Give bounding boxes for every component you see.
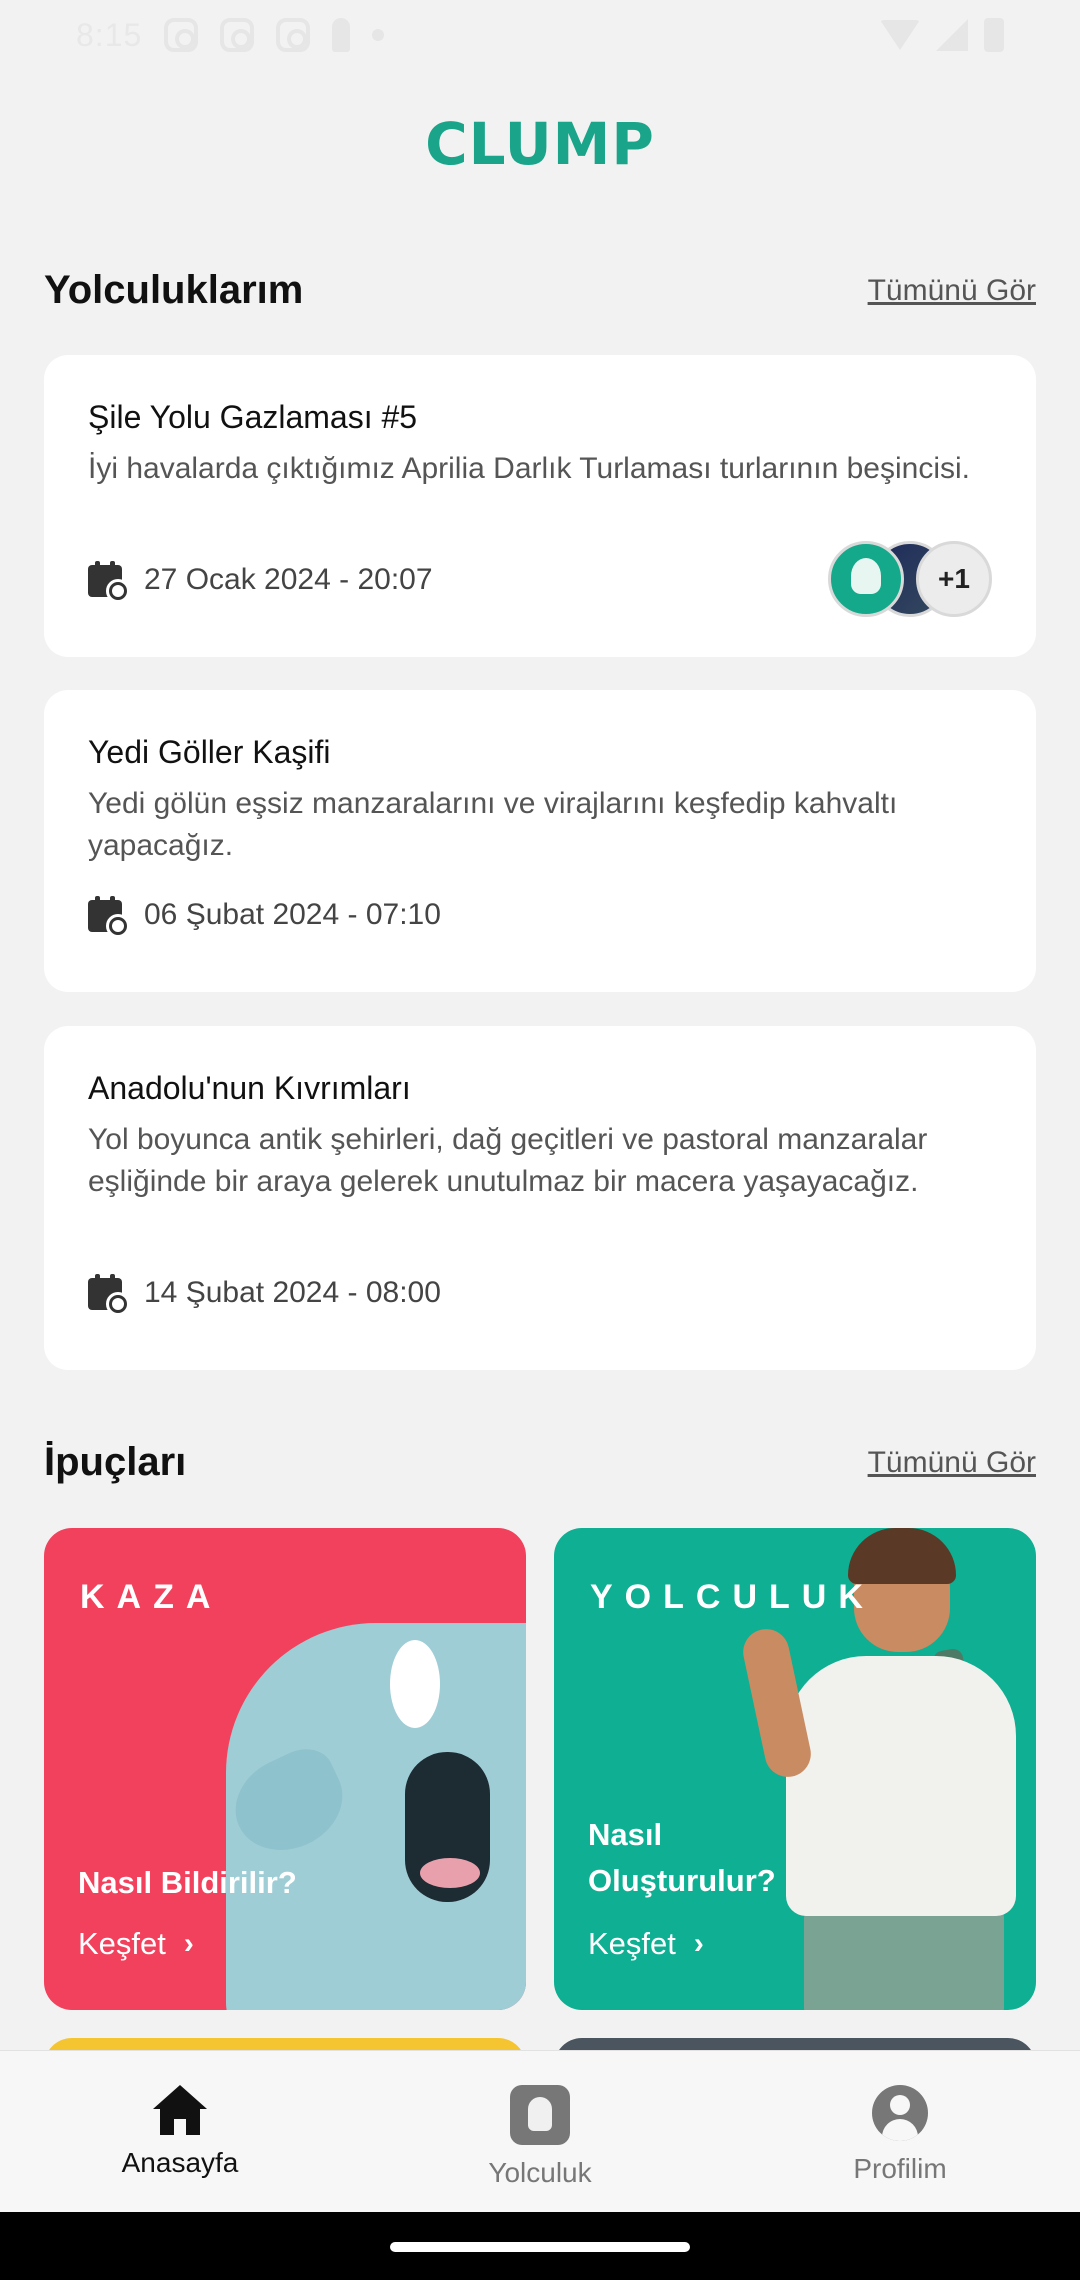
trip-date-row: 06 Şubat 2024 - 07:10 xyxy=(88,896,441,938)
nav-item-home[interactable]: Anasayfa xyxy=(0,2051,360,2212)
trip-description: İyi havalarda çıktığımız Aprilia Darlık … xyxy=(88,452,970,485)
profile-icon xyxy=(872,2085,928,2141)
trip-date: 14 Şubat 2024 - 08:00 xyxy=(144,1276,441,1309)
instagram-icon xyxy=(220,18,255,52)
person-legs xyxy=(804,1908,1004,2010)
tip-card-label: YOLCULUK xyxy=(590,1578,875,1616)
nav-label: Anasayfa xyxy=(121,2147,239,2178)
nav-label: Profilim xyxy=(853,2153,947,2184)
nav-item-profile[interactable]: Profilim xyxy=(720,2051,1080,2212)
calendar-clock-icon xyxy=(88,1274,130,1316)
trip-title: Şile Yolu Gazlaması #5 xyxy=(88,399,418,435)
notification-icons xyxy=(164,18,385,52)
participant-avatars[interactable]: +1 xyxy=(828,541,992,617)
tip-card-trip[interactable]: YOLCULUK Nasıl Oluşturulur? Keşfet › xyxy=(554,1528,1036,2010)
trip-title: Anadolu'nun Kıvrımları xyxy=(88,1070,411,1106)
nav-item-trip[interactable]: Yolculuk xyxy=(360,2051,720,2212)
battery-icon xyxy=(984,18,1004,52)
tips-see-all-link[interactable]: Tümünü Gör xyxy=(868,1446,1036,1480)
tip-card-label: KAZA xyxy=(80,1578,223,1616)
status-bar: 8:15 xyxy=(0,0,1080,70)
person-hair xyxy=(848,1528,956,1584)
trip-card[interactable]: Şile Yolu Gazlaması #5 İyi havalarda çık… xyxy=(44,355,1036,657)
trip-date: 06 Şubat 2024 - 07:10 xyxy=(144,898,441,931)
app-logo: CLUMP xyxy=(425,110,655,178)
trips-section-header: Yolculuklarım Tümünü Gör xyxy=(44,268,1036,313)
chevron-right-icon: › xyxy=(183,1927,194,1960)
instagram-icon xyxy=(164,18,199,52)
tip-card-heading: Nasıl Bildirilir? xyxy=(78,1865,297,1900)
calendar-clock-icon xyxy=(88,896,130,938)
explore-label: Keşfet xyxy=(78,1926,166,1961)
person-illustration xyxy=(786,1656,1016,1916)
explore-label: Keşfet xyxy=(588,1926,676,1961)
trip-card[interactable]: Anadolu'nun Kıvrımları Yol boyunca antik… xyxy=(44,1026,1036,1370)
system-icons xyxy=(880,18,1004,52)
key-icon xyxy=(332,18,351,52)
ghost-tongue xyxy=(420,1858,480,1888)
system-navigation-bar xyxy=(0,2212,1080,2280)
more-participants-badge: +1 xyxy=(916,541,992,617)
tips-section-title: İpuçları xyxy=(44,1440,187,1484)
trip-date-row: 27 Ocak 2024 - 20:07 xyxy=(88,561,433,603)
trip-icon xyxy=(510,2085,570,2145)
bottom-navigation: Anasayfa Yolculuk Profilim xyxy=(0,2050,1080,2212)
status-time: 8:15 xyxy=(76,16,143,53)
nav-label: Yolculuk xyxy=(488,2157,592,2188)
ghost-eye xyxy=(390,1640,440,1728)
avatar xyxy=(828,541,904,617)
home-indicator[interactable] xyxy=(390,2242,690,2252)
trip-date-row: 14 Şubat 2024 - 08:00 xyxy=(88,1274,441,1316)
signal-icon xyxy=(936,19,968,51)
trip-description: Yol boyunca antik şehirleri, dağ geçitle… xyxy=(88,1123,928,1198)
home-icon xyxy=(153,2085,207,2135)
instagram-icon xyxy=(276,18,311,52)
trip-card[interactable]: Yedi Göller Kaşifi Yedi gölün eşsiz manz… xyxy=(44,690,1036,992)
tip-card-heading: Nasıl Oluşturulur? xyxy=(588,1817,776,1898)
dot-icon xyxy=(372,29,385,41)
trip-description: Yedi gölün eşsiz manzaralarını ve virajl… xyxy=(88,787,898,862)
wifi-icon xyxy=(880,20,920,50)
explore-link[interactable]: Keşfet › xyxy=(588,1926,704,1962)
chevron-right-icon: › xyxy=(693,1927,704,1960)
explore-link[interactable]: Keşfet › xyxy=(78,1926,194,1962)
trips-see-all-link[interactable]: Tümünü Gör xyxy=(868,274,1036,308)
trip-title: Yedi Göller Kaşifi xyxy=(88,734,331,770)
tips-section-header: İpuçları Tümünü Gör xyxy=(44,1440,1036,1485)
trips-section-title: Yolculuklarım xyxy=(44,268,304,312)
calendar-clock-icon xyxy=(88,561,130,603)
trip-date: 27 Ocak 2024 - 20:07 xyxy=(144,563,433,596)
